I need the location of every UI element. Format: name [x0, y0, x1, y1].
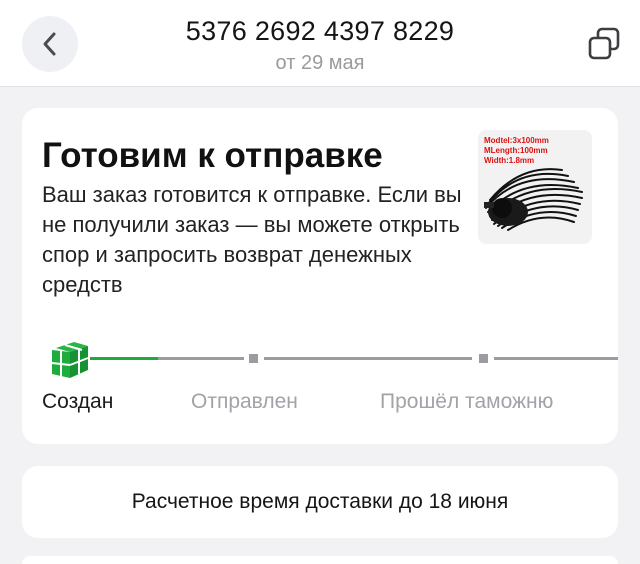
step-marker-shipped	[249, 354, 258, 363]
status-description: Ваш заказ готовится к отправке. Если вы …	[42, 182, 462, 297]
product-thumbnail[interactable]: Modtel:3x100mm MLength:100mm Width:1.8mm	[478, 130, 592, 244]
cable-ties-image	[484, 168, 583, 231]
step-marker-customs	[479, 354, 488, 363]
order-header: 5376 2692 4397 8229 от 29 мая	[0, 0, 640, 87]
order-date: от 29 мая	[275, 52, 365, 74]
delivery-estimate-card[interactable]: Расчетное время доставки до 18 июня	[22, 466, 618, 538]
step-label-customs: Прошёл таможню	[380, 390, 554, 413]
copy-icon	[588, 27, 620, 60]
copy-button[interactable]	[586, 26, 622, 62]
progress-segment-3	[494, 357, 618, 360]
progress-segment-active	[90, 357, 158, 360]
order-number: 5376 2692 4397 8229	[185, 16, 455, 46]
delivery-estimate-text: Расчетное время доставки до 18 июня	[131, 490, 509, 513]
next-card-edge	[22, 556, 618, 564]
status-title: Готовим к отправке	[42, 136, 383, 175]
box-icon	[51, 342, 89, 378]
progress-segment-1	[158, 357, 244, 360]
step-label-shipped: Отправлен	[191, 390, 298, 413]
order-progress-tracker: Создан Отправлен Прошёл таможню	[22, 334, 618, 414]
step-label-created: Создан	[42, 390, 114, 413]
order-status-card: Готовим к отправке Ваш заказ готовится к…	[22, 108, 618, 444]
progress-segment-2	[264, 357, 472, 360]
